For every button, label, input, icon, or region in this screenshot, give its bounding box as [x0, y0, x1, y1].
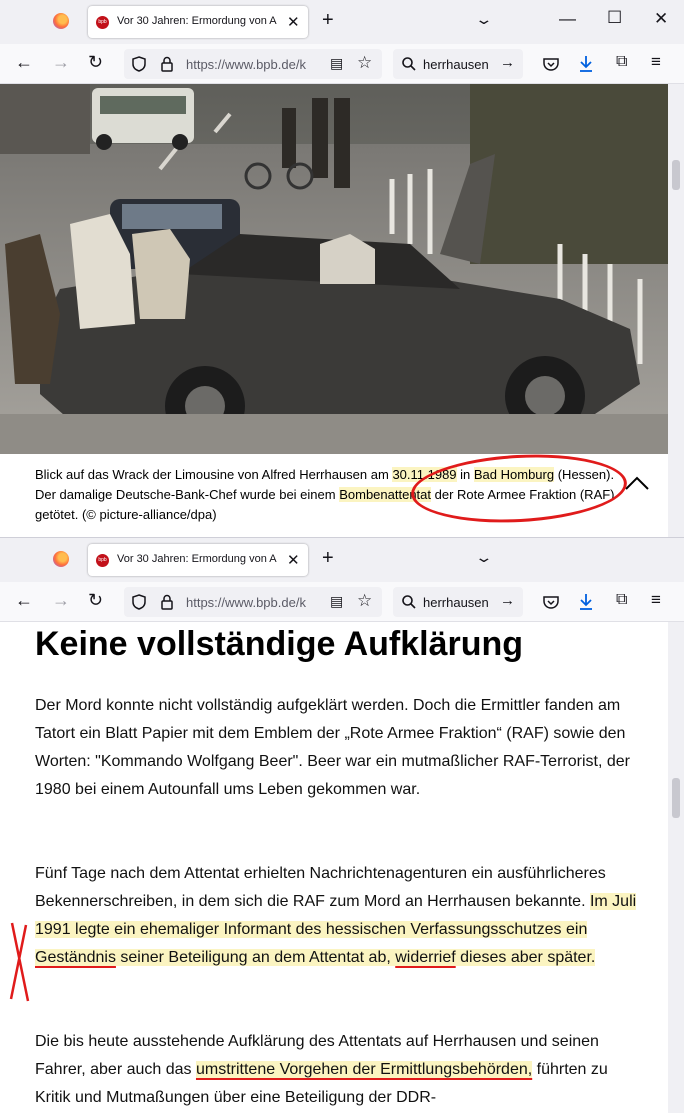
plus-icon[interactable]: +: [322, 547, 334, 570]
search-text[interactable]: herrhausen: [423, 595, 489, 610]
caption-text: in: [456, 467, 474, 482]
caption-attack: Bombenattentat: [339, 487, 432, 502]
browser-window-2: bpb Vor 30 Jahren: Ermordung von A ✕ + ⌄…: [0, 537, 684, 1113]
underlined-text: umstrittene Vorgehen der Ermittlungsbehö…: [195, 1061, 533, 1078]
tab-bar: bpb Vor 30 Jahren: Ermordung von A ✕ + ⌄: [0, 538, 684, 582]
bpb-favicon-icon: bpb: [96, 16, 109, 29]
reload-icon[interactable]: ↻: [88, 590, 103, 611]
chevron-down-icon[interactable]: ⌄: [474, 549, 493, 566]
menu-icon[interactable]: ≡: [651, 52, 661, 72]
highlight-part: seiner Beteiligung an dem Attentat ab,: [115, 949, 396, 966]
active-tab[interactable]: bpb Vor 30 Jahren: Ermordung von A ✕: [88, 6, 308, 38]
minimize-icon[interactable]: —: [559, 9, 576, 29]
forward-icon[interactable]: →: [52, 52, 70, 73]
menu-icon[interactable]: ≡: [651, 590, 661, 610]
caption-text: Blick auf das Wrack der Limousine von Al…: [35, 467, 393, 482]
reader-view-icon[interactable]: ▤: [330, 593, 343, 610]
arrow-right-icon[interactable]: →: [500, 54, 515, 71]
pocket-icon[interactable]: [543, 57, 559, 71]
close-icon[interactable]: ✕: [287, 551, 300, 569]
shield-icon[interactable]: [132, 594, 146, 610]
reload-icon[interactable]: ↻: [88, 52, 103, 73]
bpb-favicon-icon: bpb: [96, 554, 109, 567]
lock-icon[interactable]: [161, 56, 173, 72]
forward-icon[interactable]: →: [52, 590, 70, 611]
scrollbar-thumb[interactable]: [672, 778, 680, 818]
search-icon: [402, 57, 416, 71]
tab-title: Vor 30 Jahren: Ermordung von A: [117, 553, 277, 565]
search-text[interactable]: herrhausen: [423, 57, 489, 72]
reader-view-icon[interactable]: ▤: [330, 55, 343, 72]
search-icon: [402, 595, 416, 609]
caption-place: Bad Homburg: [473, 467, 555, 482]
url-bar[interactable]: https://www.bpb.de/k ▤ ☆: [124, 49, 382, 79]
maximize-icon[interactable]: ☐: [607, 8, 622, 28]
highlight-part: dieses aber später.: [455, 949, 596, 966]
tab-bar: bpb Vor 30 Jahren: Ermordung von A ✕ + ⌄…: [0, 0, 684, 44]
url-bar[interactable]: https://www.bpb.de/k ▤ ☆: [124, 587, 382, 617]
search-bar[interactable]: herrhausen →: [393, 587, 523, 617]
active-tab[interactable]: bpb Vor 30 Jahren: Ermordung von A ✕: [88, 544, 308, 576]
nav-bar: ← → ↻ https://www.bpb.de/k ▤ ☆ herrhause…: [0, 582, 684, 622]
chevron-down-icon[interactable]: ⌄: [474, 11, 493, 28]
chevron-up-icon[interactable]: [624, 474, 650, 492]
url-text[interactable]: https://www.bpb.de/k: [186, 595, 322, 610]
section-heading: Keine vollständige Aufklärung: [35, 625, 524, 663]
download-icon[interactable]: [578, 593, 594, 611]
scrollbar-thumb[interactable]: [672, 160, 680, 190]
firefox-logo-icon[interactable]: [53, 13, 69, 29]
plus-icon[interactable]: +: [322, 9, 334, 32]
article-photo: [0, 84, 668, 454]
paragraph-2: Fünf Tage nach dem Attentat erhielten Na…: [35, 860, 640, 972]
search-bar[interactable]: herrhausen →: [393, 49, 523, 79]
firefox-logo-icon[interactable]: [53, 551, 69, 567]
scrollbar[interactable]: [668, 622, 684, 1113]
back-icon[interactable]: ←: [15, 52, 33, 73]
shield-icon[interactable]: [132, 56, 146, 72]
star-icon[interactable]: ☆: [357, 591, 372, 611]
arrow-right-icon[interactable]: →: [500, 592, 515, 609]
close-icon[interactable]: ✕: [287, 13, 300, 31]
paragraph-3: Die bis heute ausstehende Aufklärung des…: [35, 1028, 640, 1112]
extensions-icon[interactable]: ⧉: [616, 53, 627, 71]
nav-bar: ← → ↻ https://www.bpb.de/k ▤ ☆ herrhause…: [0, 44, 684, 84]
pocket-icon[interactable]: [543, 595, 559, 609]
paragraph-text: Fünf Tage nach dem Attentat erhielten Na…: [35, 865, 606, 910]
extensions-icon[interactable]: ⧉: [616, 591, 627, 609]
url-text[interactable]: https://www.bpb.de/k: [186, 57, 322, 72]
back-icon[interactable]: ←: [15, 590, 33, 611]
lock-icon[interactable]: [161, 594, 173, 610]
star-icon[interactable]: ☆: [357, 53, 372, 73]
underlined-text: widerrief: [395, 949, 456, 966]
browser-window-1: bpb Vor 30 Jahren: Ermordung von A ✕ + ⌄…: [0, 0, 684, 537]
download-icon[interactable]: [578, 55, 594, 73]
underlined-text: Geständnis: [35, 949, 116, 966]
scrollbar[interactable]: [668, 84, 684, 537]
caption-date: 30.11.1989: [392, 467, 457, 482]
window-close-icon[interactable]: ✕: [654, 9, 668, 29]
paragraph-1: Der Mord konnte nicht vollständig aufgek…: [35, 697, 630, 798]
photo-caption: Blick auf das Wrack der Limousine von Al…: [35, 465, 635, 525]
tab-title: Vor 30 Jahren: Ermordung von A: [117, 15, 277, 27]
